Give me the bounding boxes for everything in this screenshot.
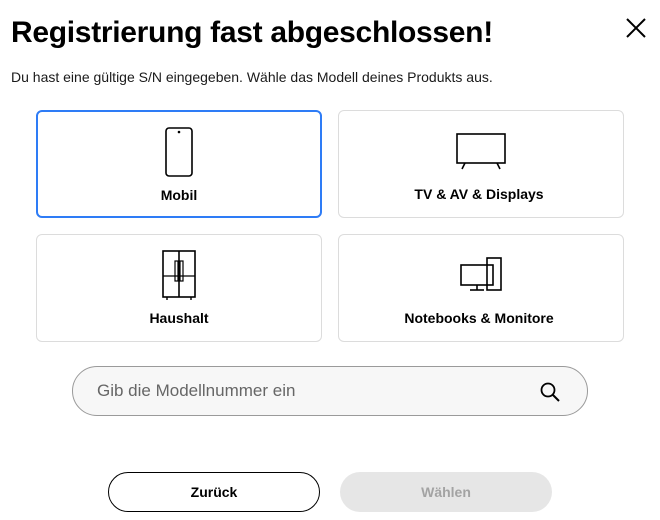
monitor-icon [460, 257, 502, 291]
registration-dialog: Registrierung fast abgeschlossen! Du has… [0, 0, 660, 520]
category-card-mobil[interactable]: Mobil [36, 110, 322, 218]
category-card-tv[interactable]: TV & AV & Displays [338, 110, 624, 218]
refrigerator-icon [162, 250, 196, 300]
dialog-title: Registrierung fast abgeschlossen! [11, 16, 493, 49]
smartphone-icon [165, 127, 193, 177]
category-card-notebooks[interactable]: Notebooks & Monitore [338, 234, 624, 342]
category-label-mobil: Mobil [160, 187, 198, 203]
model-number-input[interactable] [97, 367, 517, 415]
model-search-box [72, 366, 588, 416]
category-card-haushalt[interactable]: Haushalt [36, 234, 322, 342]
back-button[interactable]: Zurück [108, 472, 320, 512]
dialog-subtitle: Du hast eine gültige S/N eingegeben. Wäh… [11, 69, 493, 85]
category-label-tv: TV & AV & Displays [414, 186, 544, 202]
choose-button[interactable]: Wählen [340, 472, 552, 512]
tv-icon [456, 133, 506, 170]
search-icon[interactable] [539, 381, 561, 403]
category-label-haushalt: Haushalt [149, 310, 209, 326]
close-icon[interactable] [622, 14, 650, 42]
category-label-notebooks: Notebooks & Monitore [404, 310, 554, 326]
